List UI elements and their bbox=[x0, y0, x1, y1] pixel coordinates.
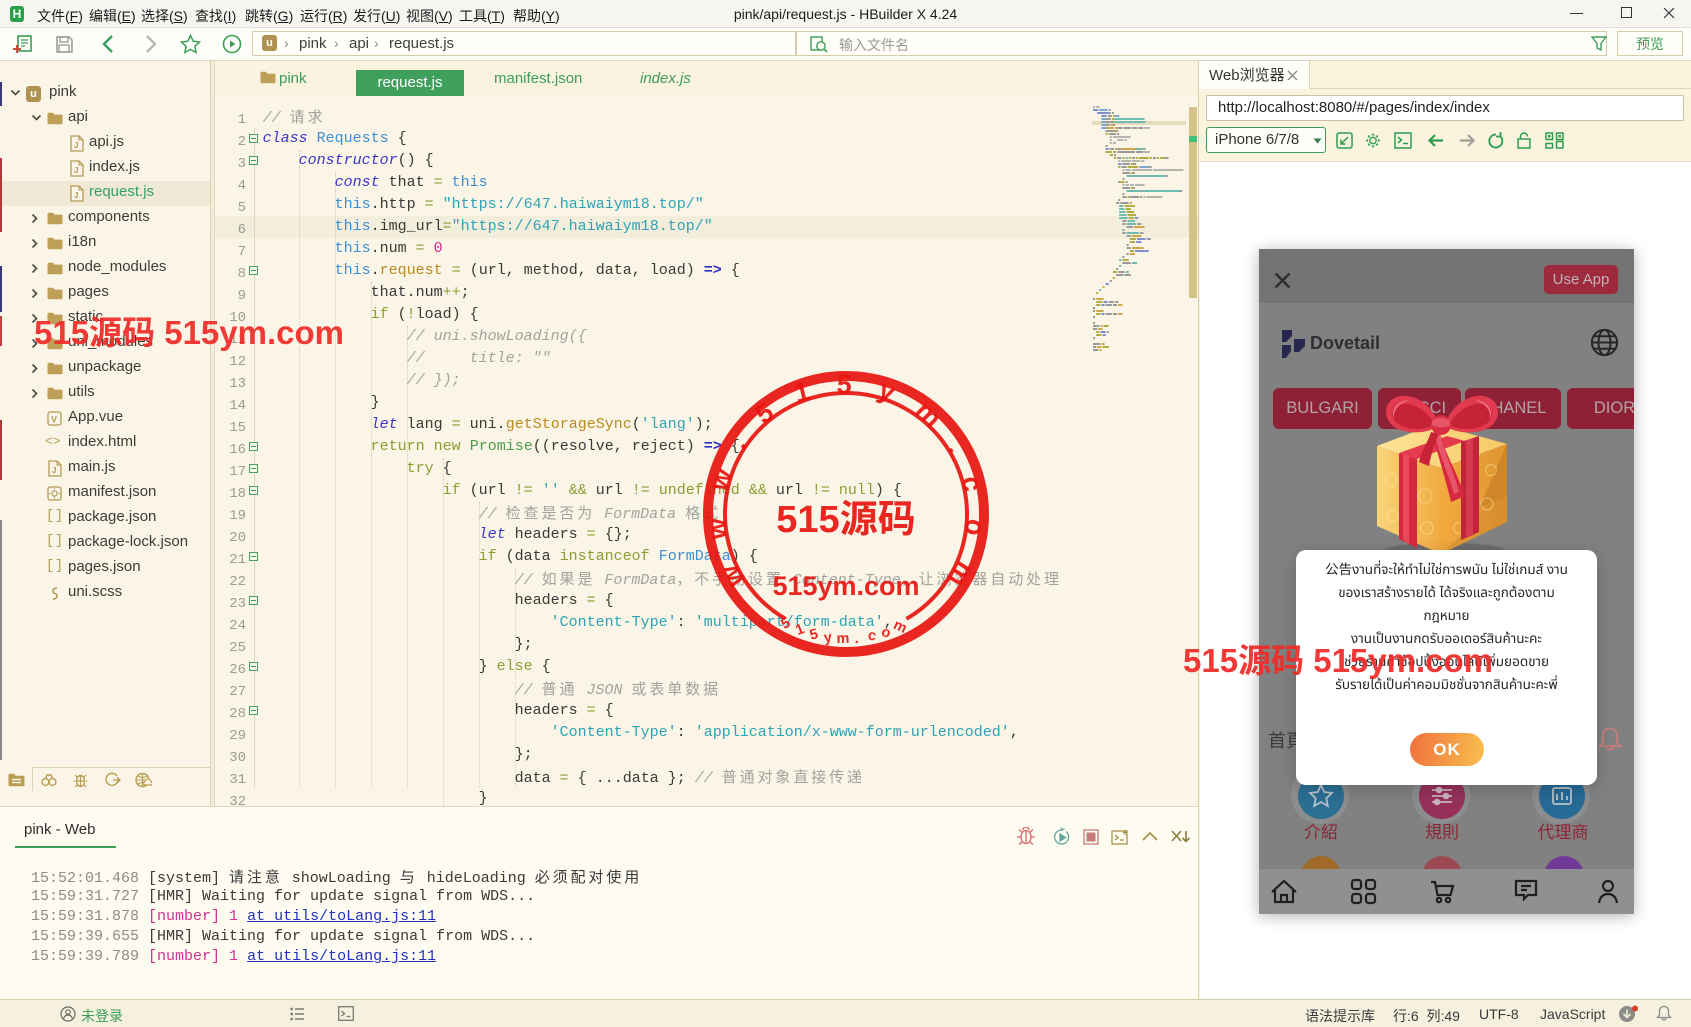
svg-text:V: V bbox=[51, 415, 57, 425]
svg-text:J: J bbox=[74, 191, 78, 200]
svg-text:J: J bbox=[74, 141, 78, 150]
svg-text:J: J bbox=[74, 166, 78, 175]
svg-text:J: J bbox=[52, 466, 56, 475]
